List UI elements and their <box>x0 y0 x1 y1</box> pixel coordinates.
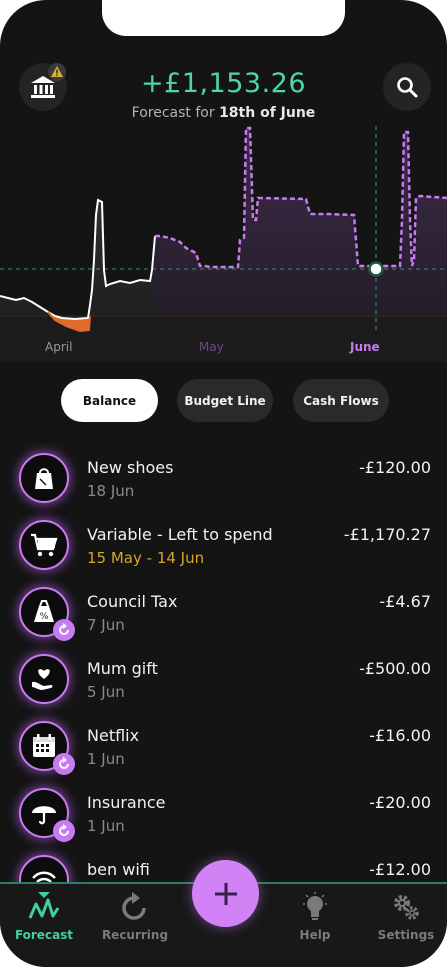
transaction-amount: -£1,170.27 <box>343 525 431 544</box>
nav-help[interactable]: Help <box>275 892 355 942</box>
transaction-row[interactable]: Netflix 1 Jun -£16.00 <box>0 721 447 788</box>
transaction-title: New shoes <box>87 458 174 477</box>
forecast-area <box>155 128 447 316</box>
transaction-row[interactable]: Mum gift 5 Jun -£500.00 <box>0 654 447 721</box>
transaction-date: 15 May - 14 Jun <box>87 549 205 567</box>
shopping-bag-icon <box>35 468 53 489</box>
recurring-badge-icon <box>53 753 75 775</box>
transaction-icon-wrap <box>19 453 69 503</box>
transaction-row[interactable]: Variable - Left to spend 15 May - 14 Jun… <box>0 520 447 587</box>
month-label-may: May <box>199 340 224 354</box>
recurring-badge-icon <box>53 820 75 842</box>
transaction-date: 1 Jun <box>87 750 125 768</box>
month-label-june: June <box>350 340 380 354</box>
transaction-amount: -£20.00 <box>369 793 431 812</box>
transaction-icon-wrap: % <box>19 587 75 641</box>
recurring-icon <box>122 892 146 920</box>
forecast-icon <box>28 892 60 919</box>
transaction-icon-wrap <box>19 520 69 570</box>
nav-settings[interactable]: Settings <box>366 892 446 942</box>
calendar-icon <box>33 734 55 757</box>
transaction-amount: -£120.00 <box>359 458 431 477</box>
transaction-title: Council Tax <box>87 592 178 611</box>
nav-label: Help <box>299 928 331 942</box>
nav-label: Recurring <box>101 928 169 942</box>
transaction-list[interactable]: New shoes 18 Jun -£120.00 Variable - Lef… <box>0 438 447 882</box>
nav-label: Settings <box>377 928 435 942</box>
umbrella-icon <box>32 806 56 825</box>
transaction-row[interactable]: % Council Tax 7 Jun -£4.67 <box>0 587 447 654</box>
transaction-icon-wrap <box>19 855 69 882</box>
actual-area <box>0 200 155 319</box>
tab-budget-line[interactable]: Budget Line <box>177 379 273 422</box>
month-label-april: April <box>45 340 73 354</box>
add-transaction-button[interactable] <box>192 860 259 927</box>
transaction-date: 18 Jun <box>87 482 135 500</box>
transaction-amount: -£500.00 <box>359 659 431 678</box>
phone-screen: +£1,153.26 Forecast for 18th of June Apr… <box>0 0 447 967</box>
nav-recurring[interactable]: Recurring <box>95 892 175 942</box>
recurring-badge-icon <box>53 619 75 641</box>
tab-balance[interactable]: Balance <box>61 379 158 422</box>
forecast-balance: +£1,153.26 <box>140 68 307 99</box>
transaction-title: ben wifi <box>87 860 150 879</box>
transaction-date: 5 Jun <box>87 683 125 701</box>
transaction-icon-wrap <box>19 654 69 704</box>
transaction-icon-wrap <box>19 721 75 775</box>
transaction-icon-wrap <box>19 788 75 842</box>
search-button[interactable] <box>383 63 431 111</box>
forecast-date-caption: Forecast for 18th of June <box>131 105 316 121</box>
gear-icon <box>394 895 419 920</box>
heart-hand-icon <box>32 669 53 690</box>
nav-forecast[interactable]: Forecast <box>4 892 84 942</box>
lightbulb-icon <box>303 892 327 920</box>
transaction-title: Insurance <box>87 793 166 812</box>
search-icon <box>397 77 418 98</box>
tax-bag-icon: % <box>34 600 54 622</box>
tab-cash-flows[interactable]: Cash Flows <box>293 379 389 422</box>
forecast-date: 18th of June <box>219 105 316 121</box>
transaction-date: 7 Jun <box>87 616 125 634</box>
plus-icon <box>214 882 237 905</box>
transaction-amount: -£4.67 <box>379 592 431 611</box>
nav-label: Forecast <box>14 928 74 942</box>
transaction-date: 1 Jun <box>87 817 125 835</box>
transaction-title: Mum gift <box>87 659 158 678</box>
shopping-cart-icon <box>31 533 58 557</box>
transaction-row[interactable]: Insurance 1 Jun -£20.00 <box>0 788 447 855</box>
transaction-row[interactable]: New shoes 18 Jun -£120.00 <box>0 453 447 520</box>
selected-date-marker[interactable] <box>368 261 384 277</box>
transaction-amount: -£12.00 <box>369 860 431 879</box>
wifi-icon <box>32 871 56 882</box>
transaction-title: Netflix <box>87 726 140 745</box>
forecast-chart[interactable] <box>0 120 447 362</box>
transaction-amount: -£16.00 <box>369 726 431 745</box>
svg-text:%: % <box>40 612 49 622</box>
device-notch <box>102 0 345 36</box>
transaction-title: Variable - Left to spend <box>87 525 273 544</box>
